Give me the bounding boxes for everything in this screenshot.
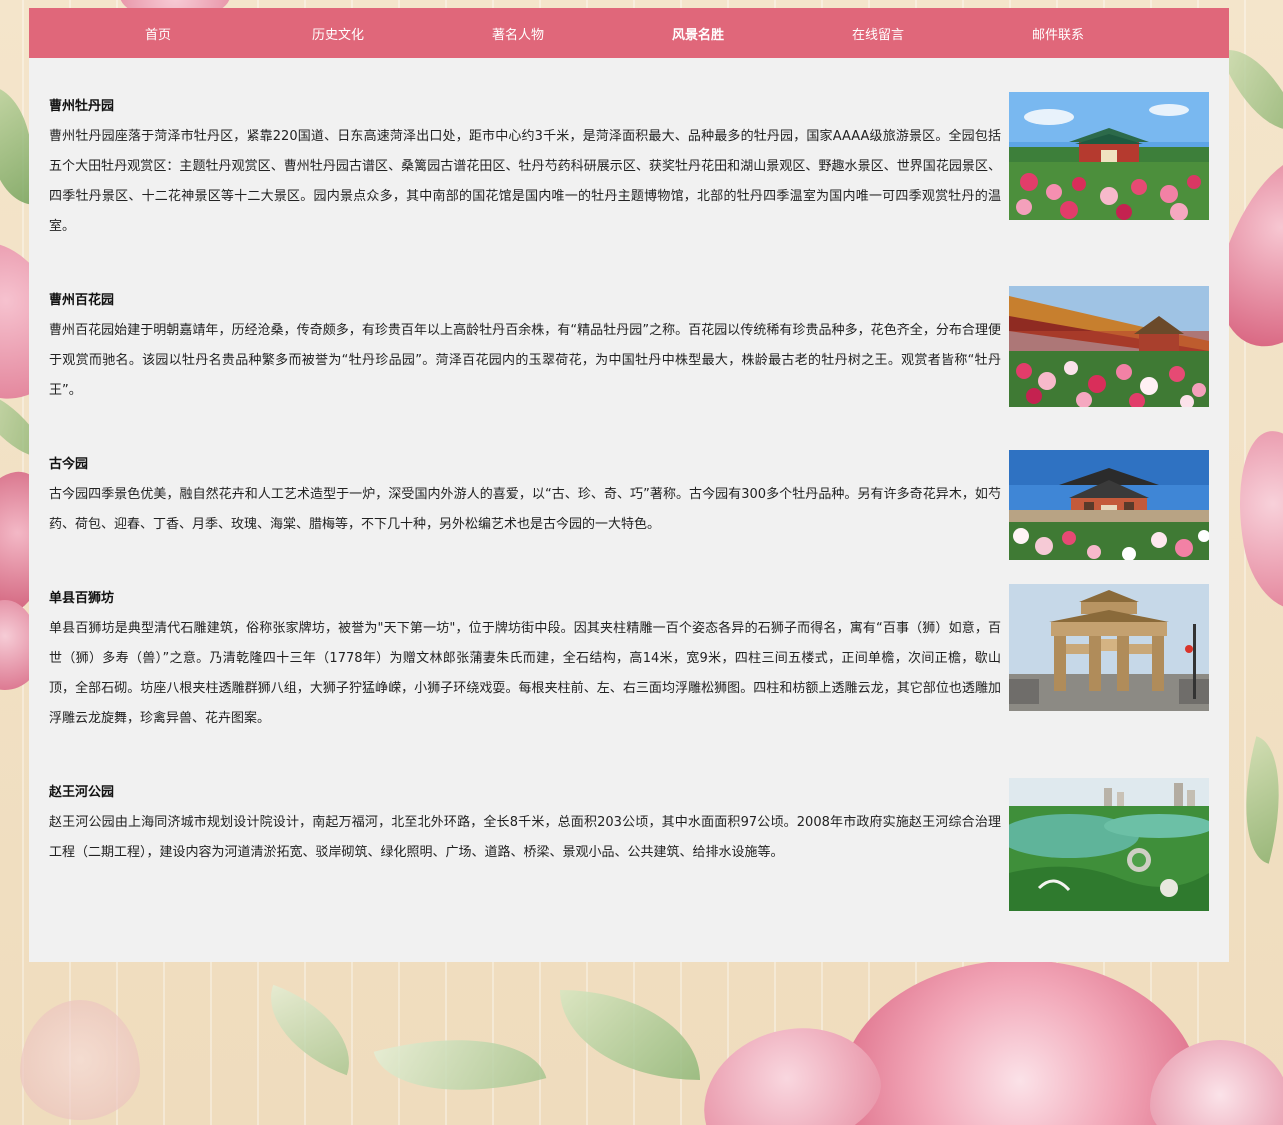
main-navigation: 首页 历史文化 著名人物 风景名胜 在线留言 邮件联系	[29, 8, 1229, 58]
content-area: 曹州牡丹园 曹州牡丹园座落于菏泽市牡丹区，紧靠220国道、日东高速菏泽出口处，距…	[29, 58, 1229, 962]
nav-item-email-contact[interactable]: 邮件联系	[968, 8, 1148, 58]
peony-garden-gate-photo	[1009, 92, 1209, 220]
spot-item: 赵王河公园 赵王河公园由上海同济城市规划设计院设计，南起万福河，北至北外环路，全…	[49, 778, 1209, 918]
spot-title: 赵王河公园	[49, 785, 115, 800]
spot-description: 赵王河公园由上海同济城市规划设计院设计，南起万福河，北至北外环路，全长8千米，总…	[49, 815, 1001, 860]
spot-text: 曹州百花园 曹州百花园始建于明朝嘉靖年，历经沧桑，传奇颇多，有珍贵百年以上高龄牡…	[49, 286, 1001, 406]
spot-description: 单县百狮坊是典型清代石雕建筑，俗称张家牌坊，被誉为"天下第一坊"，位于牌坊街中段…	[49, 621, 1001, 726]
spot-title: 古今园	[49, 457, 89, 472]
spot-description: 古今园四季景色优美，融自然花卉和人工艺术造型于一炉，深受国内外游人的喜爱，以“古…	[49, 487, 1001, 532]
spot-title: 曹州牡丹园	[49, 99, 115, 114]
spot-item: 曹州百花园 曹州百花园始建于明朝嘉靖年，历经沧桑，传奇颇多，有珍贵百年以上高龄牡…	[49, 286, 1209, 426]
nav-item-famous-people[interactable]: 著名人物	[428, 8, 608, 58]
gujin-garden-gate-photo	[1009, 450, 1209, 560]
spot-item: 曹州牡丹园 曹州牡丹园座落于菏泽市牡丹区，紧靠220国道、日东高速菏泽出口处，距…	[49, 92, 1209, 262]
spot-title: 单县百狮坊	[49, 591, 115, 606]
spot-text: 古今园 古今园四季景色优美，融自然花卉和人工艺术造型于一炉，深受国内外游人的喜爱…	[49, 450, 1001, 540]
river-park-aerial-photo	[1009, 778, 1209, 911]
stone-archway-photo	[1009, 584, 1209, 711]
spot-text: 单县百狮坊 单县百狮坊是典型清代石雕建筑，俗称张家牌坊，被誉为"天下第一坊"，位…	[49, 584, 1001, 734]
nav-item-home[interactable]: 首页	[68, 8, 248, 58]
spot-item: 单县百狮坊 单县百狮坊是典型清代石雕建筑，俗称张家牌坊，被誉为"天下第一坊"，位…	[49, 584, 1209, 759]
nav-item-scenic-spots[interactable]: 风景名胜	[608, 8, 788, 58]
nav-item-history-culture[interactable]: 历史文化	[248, 8, 428, 58]
spot-description: 曹州百花园始建于明朝嘉靖年，历经沧桑，传奇颇多，有珍贵百年以上高龄牡丹百余株，有…	[49, 323, 1001, 398]
hundred-flower-garden-corridor-photo	[1009, 286, 1209, 407]
spot-description: 曹州牡丹园座落于菏泽市牡丹区，紧靠220国道、日东高速菏泽出口处，距市中心约3千…	[49, 129, 1001, 234]
spot-text: 曹州牡丹园 曹州牡丹园座落于菏泽市牡丹区，紧靠220国道、日东高速菏泽出口处，距…	[49, 92, 1001, 242]
spot-item: 古今园 古今园四季景色优美，融自然花卉和人工艺术造型于一炉，深受国内外游人的喜爱…	[49, 450, 1209, 565]
nav-item-online-message[interactable]: 在线留言	[788, 8, 968, 58]
spot-title: 曹州百花园	[49, 293, 115, 308]
spot-text: 赵王河公园 赵王河公园由上海同济城市规划设计院设计，南起万福河，北至北外环路，全…	[49, 778, 1001, 868]
